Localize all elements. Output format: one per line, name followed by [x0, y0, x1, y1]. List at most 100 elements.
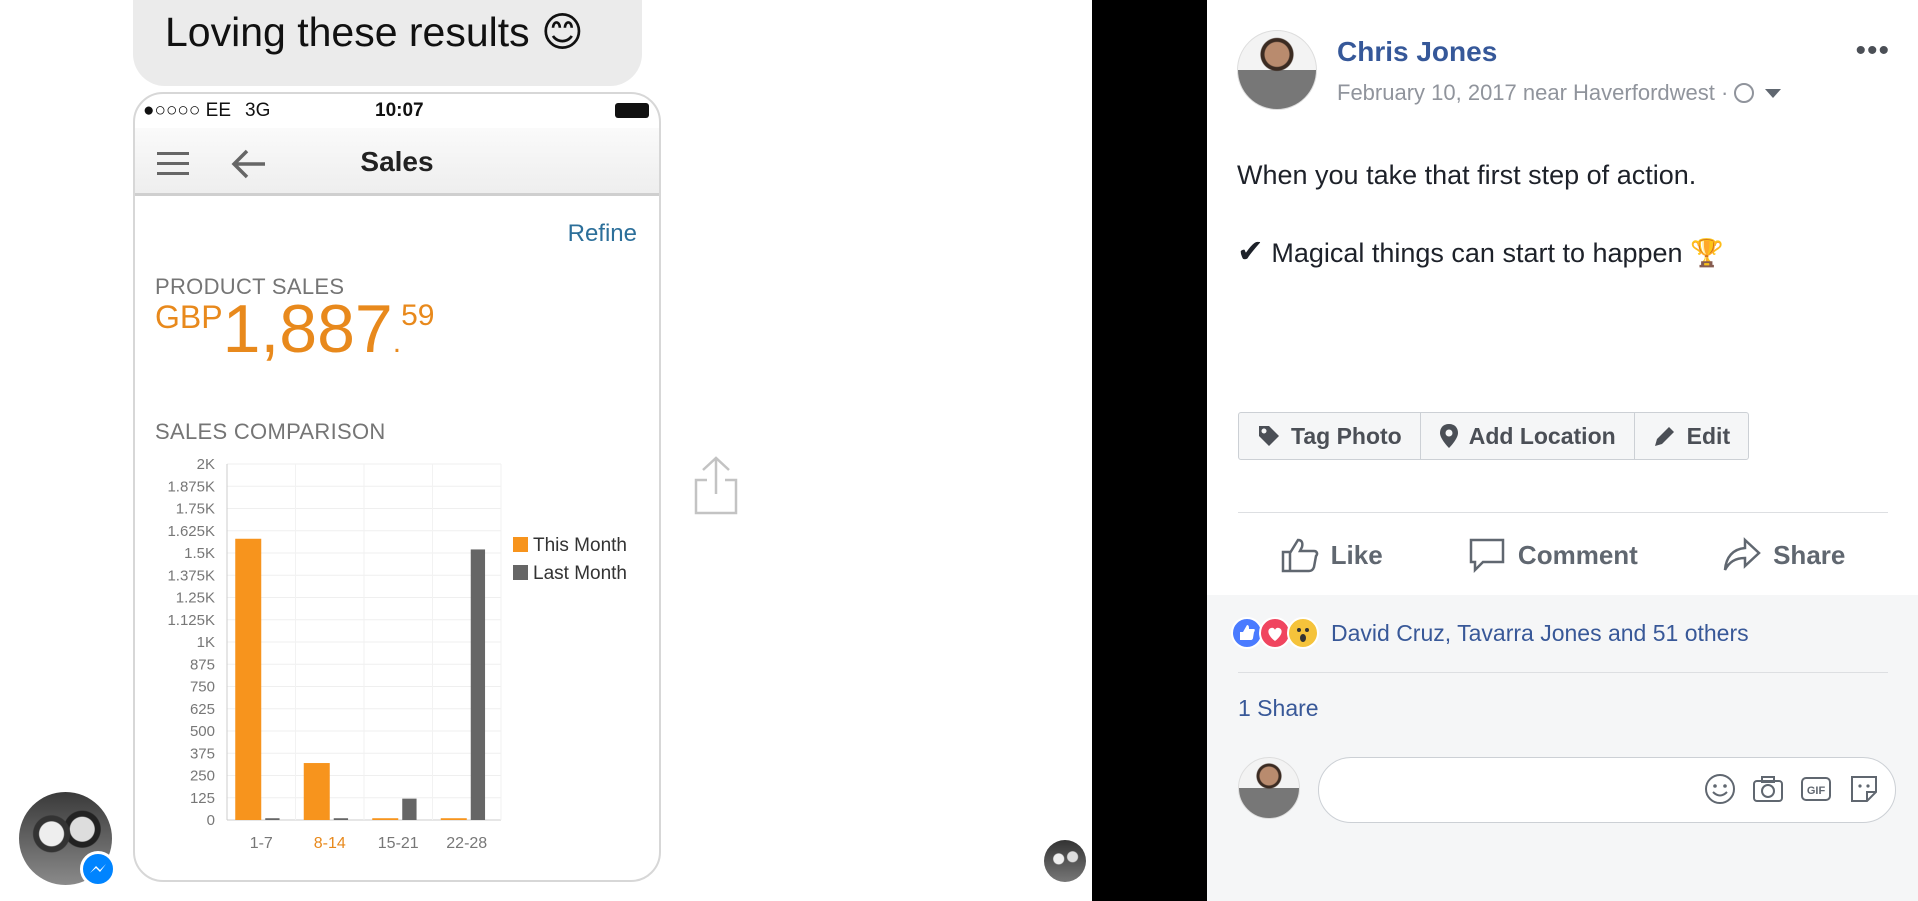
x-tick-label: 22-28: [446, 835, 487, 852]
post-meta: February 10, 2017 near Haverfordwest ·: [1337, 80, 1781, 106]
share-arrow-icon: [1723, 537, 1761, 571]
photo-actions: Tag Photo Add Location Edit: [1238, 412, 1750, 460]
gif-icon[interactable]: GIF: [1799, 772, 1833, 806]
y-tick-label: 500: [190, 723, 215, 740]
author-avatar[interactable]: [1237, 30, 1317, 110]
edit-label: Edit: [1686, 422, 1731, 449]
phone-nav-bar: Sales: [135, 128, 659, 196]
y-tick-label: 250: [190, 768, 215, 785]
tag-photo-button[interactable]: Tag Photo: [1239, 413, 1421, 459]
globe-icon[interactable]: [1734, 83, 1755, 103]
currency-label: GBP: [155, 299, 223, 335]
amount-dot: .: [392, 326, 402, 359]
y-tick-label: 1.75K: [176, 501, 215, 518]
y-tick-label: 0: [207, 812, 215, 829]
battery-icon: [615, 103, 649, 118]
post-action-row: Like Comment Share: [1238, 525, 1888, 585]
wow-reaction-icon: [1287, 617, 1319, 649]
sticker-icon[interactable]: [1847, 772, 1881, 806]
amount-cents: 59: [401, 299, 435, 332]
sales-comparison-chart: 2K 1.875K 1.75K 1.625K 1.5K 1.375K 1.25K 1.125K…: [167, 456, 627, 852]
current-user-avatar: [1238, 757, 1300, 819]
share-button[interactable]: Share: [1723, 537, 1845, 573]
camera-icon[interactable]: [1751, 772, 1785, 806]
chat-message-text: Loving these results 😊: [165, 9, 584, 55]
divider: [1238, 672, 1888, 673]
sales-comparison-caption: SALES COMPARISON: [155, 419, 386, 444]
bar-last-month: [402, 798, 417, 820]
post-text-line2: ✔ Magical things can start to happen 🏆: [1237, 232, 1724, 270]
legend-label: This Month: [533, 535, 627, 556]
bar-this-month: [303, 763, 330, 820]
y-tick-label: 875: [190, 656, 215, 673]
y-tick-label: 1.5K: [184, 545, 215, 562]
divider: [1238, 512, 1888, 513]
reaction-icons: [1231, 617, 1319, 649]
y-tick-label: 1.25K: [176, 590, 215, 607]
bar-this-month: [372, 818, 399, 820]
black-divider-bar: [1092, 0, 1207, 901]
y-tick-label: 1K: [197, 634, 215, 651]
add-location-button[interactable]: Add Location: [1421, 413, 1635, 459]
legend-swatch: [513, 565, 528, 580]
author-name[interactable]: Chris Jones: [1337, 36, 1497, 68]
y-tick-label: 2K: [197, 456, 215, 473]
thumbs-up-icon: [1281, 538, 1318, 573]
post-text-line2-text: Magical things can start to happen 🏆: [1271, 238, 1724, 268]
network-type: 3G: [245, 100, 271, 121]
refine-link: Refine: [567, 220, 637, 247]
amount-main: 1,887: [222, 291, 393, 367]
chat-message-bubble: Loving these results 😊: [133, 0, 642, 86]
phone-time: 10:07: [375, 100, 424, 121]
y-tick-label: 1.375K: [167, 567, 215, 584]
bar-this-month: [440, 818, 467, 820]
y-tick-label: 625: [190, 701, 215, 718]
y-tick-label: 1.625K: [167, 523, 215, 540]
phone-status-bar: ●○○○○ EE 3G 10:07: [135, 94, 659, 128]
share-label: Share: [1773, 539, 1846, 570]
bar-last-month: [265, 818, 280, 820]
small-avatar[interactable]: [1044, 840, 1086, 882]
emoji-icon[interactable]: [1703, 772, 1737, 806]
post-footer: David Cruz, Tavarra Jones and 51 others …: [1207, 595, 1918, 901]
sales-screenshot-image[interactable]: ●○○○○ EE 3G 10:07 Sales Refine PRODUCT S…: [133, 92, 661, 882]
y-tick-label: 375: [190, 745, 215, 762]
post-text-line1: When you take that first step of action.: [1237, 160, 1697, 190]
bar-last-month: [333, 818, 349, 820]
svg-text:GIF: GIF: [1807, 785, 1826, 797]
check-mark: ✔: [1237, 233, 1264, 269]
tag-icon: [1259, 426, 1279, 446]
like-label: Like: [1330, 539, 1383, 570]
y-tick-label: 1.875K: [167, 478, 215, 495]
comment-button[interactable]: Comment: [1468, 537, 1638, 573]
comment-input[interactable]: GIF: [1318, 757, 1896, 823]
shares-count[interactable]: 1 Share: [1238, 695, 1319, 722]
legend-label: Last Month: [533, 563, 627, 584]
sales-value: GBP1,887.59: [155, 295, 435, 363]
bar-this-month: [235, 538, 262, 820]
y-tick-label: 750: [190, 679, 215, 696]
facebook-post: Chris Jones February 10, 2017 near Haver…: [1207, 0, 1918, 901]
nav-title: Sales: [360, 146, 434, 177]
y-tick-label: 1.125K: [167, 612, 215, 629]
legend-swatch: [513, 537, 528, 552]
add-location-label: Add Location: [1468, 422, 1616, 449]
post-date-location[interactable]: February 10, 2017 near Haverfordwest ·: [1337, 80, 1728, 105]
like-button[interactable]: Like: [1281, 537, 1383, 573]
x-tick-label: 15-21: [378, 835, 419, 852]
signal-carrier: ●○○○○ EE: [143, 100, 232, 121]
share-icon[interactable]: [693, 456, 739, 516]
edit-button[interactable]: Edit: [1635, 413, 1748, 459]
more-options-icon[interactable]: •••: [1855, 34, 1890, 68]
messenger-icon: [80, 851, 116, 887]
reactions-names[interactable]: David Cruz, Tavarra Jones and 51 others: [1331, 620, 1749, 647]
x-tick-label: 8-14: [314, 835, 346, 852]
comment-tools: GIF: [1703, 772, 1881, 806]
tag-photo-label: Tag Photo: [1291, 422, 1402, 449]
chevron-down-icon[interactable]: [1764, 89, 1781, 98]
comment-label: Comment: [1517, 539, 1638, 570]
bar-last-month: [470, 549, 486, 820]
reactions-summary[interactable]: David Cruz, Tavarra Jones and 51 others: [1231, 617, 1749, 649]
comment-icon: [1469, 538, 1505, 573]
x-tick-label: 1-7: [250, 835, 273, 852]
